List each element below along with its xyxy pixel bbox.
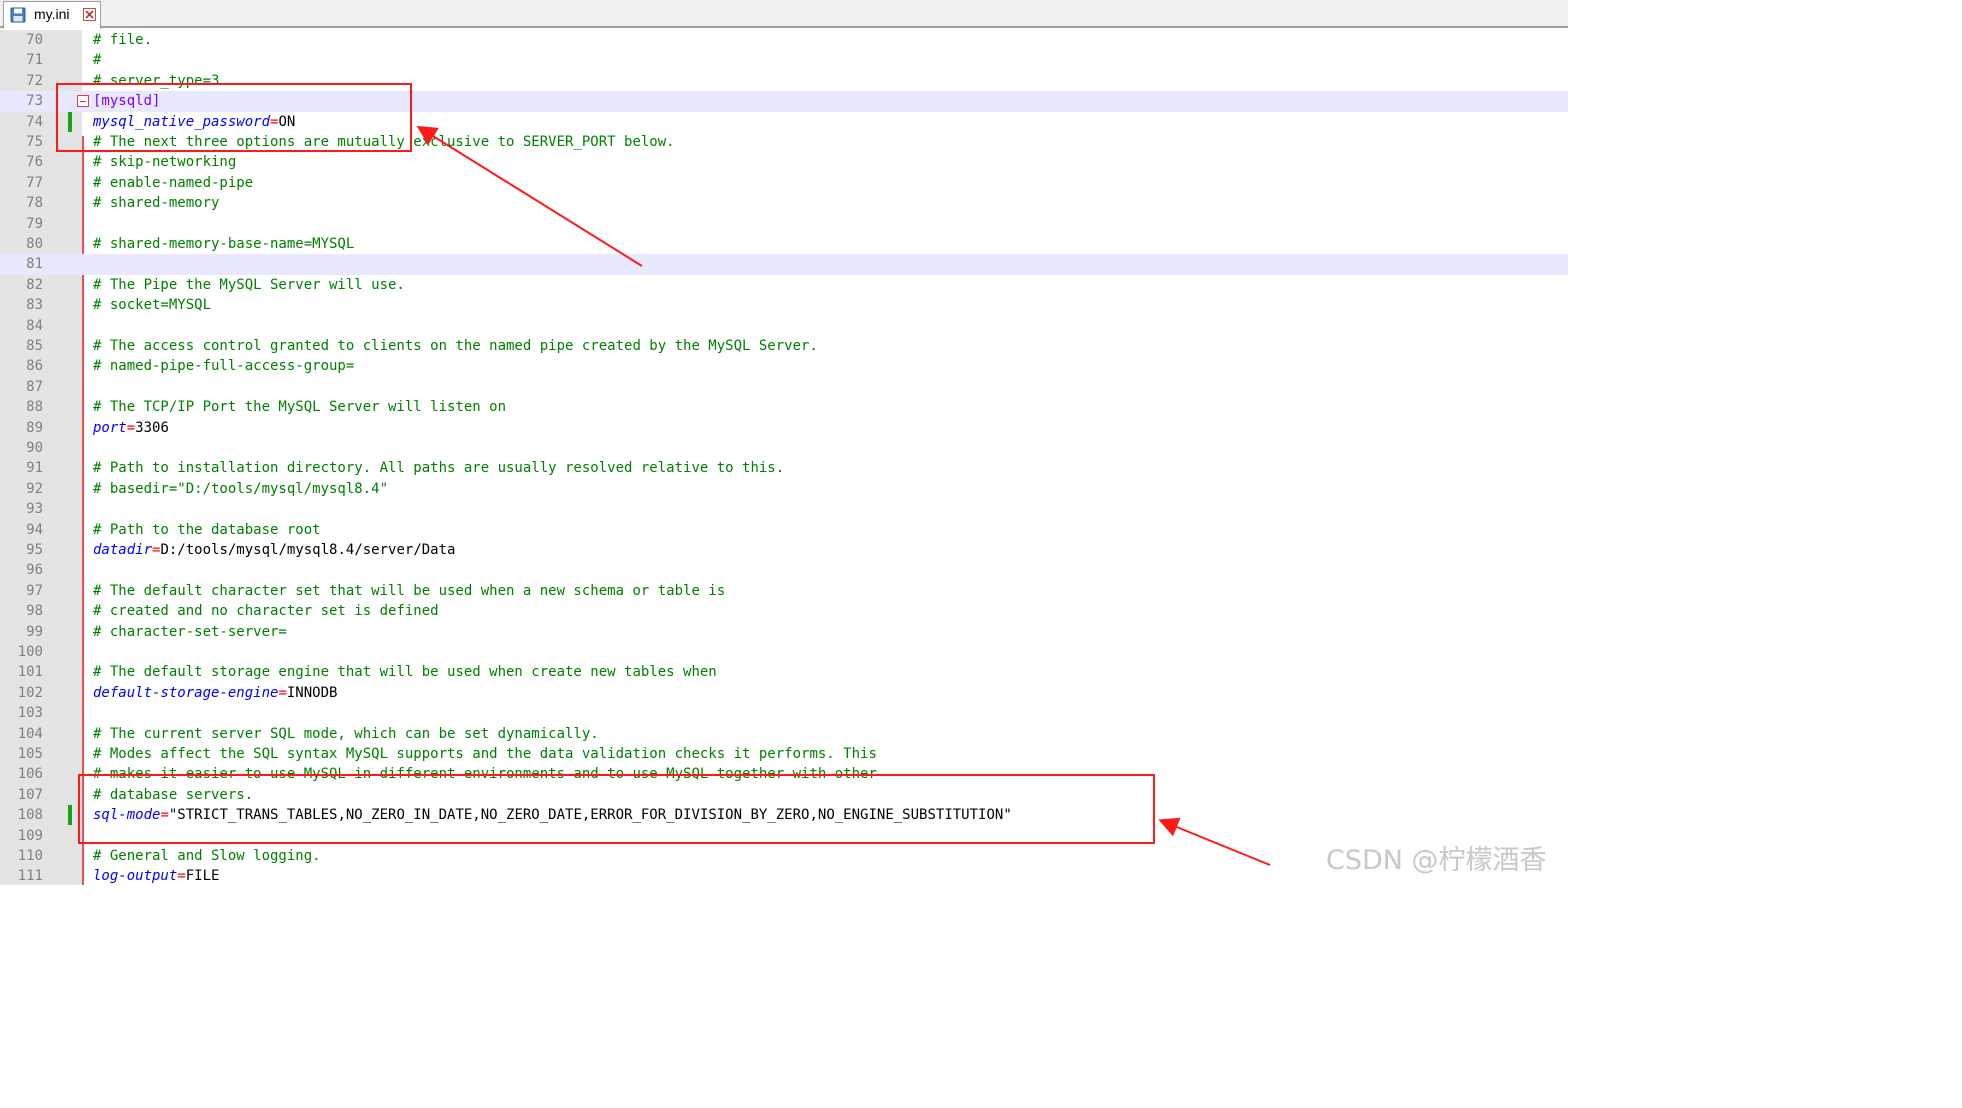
watermark: CSDN @柠檬酒香 [1326, 845, 1547, 876]
annotation-arrows [416, 125, 1271, 866]
annotation-arrow-bottom [1158, 817, 1271, 866]
annotation-arrow-top [416, 125, 643, 267]
